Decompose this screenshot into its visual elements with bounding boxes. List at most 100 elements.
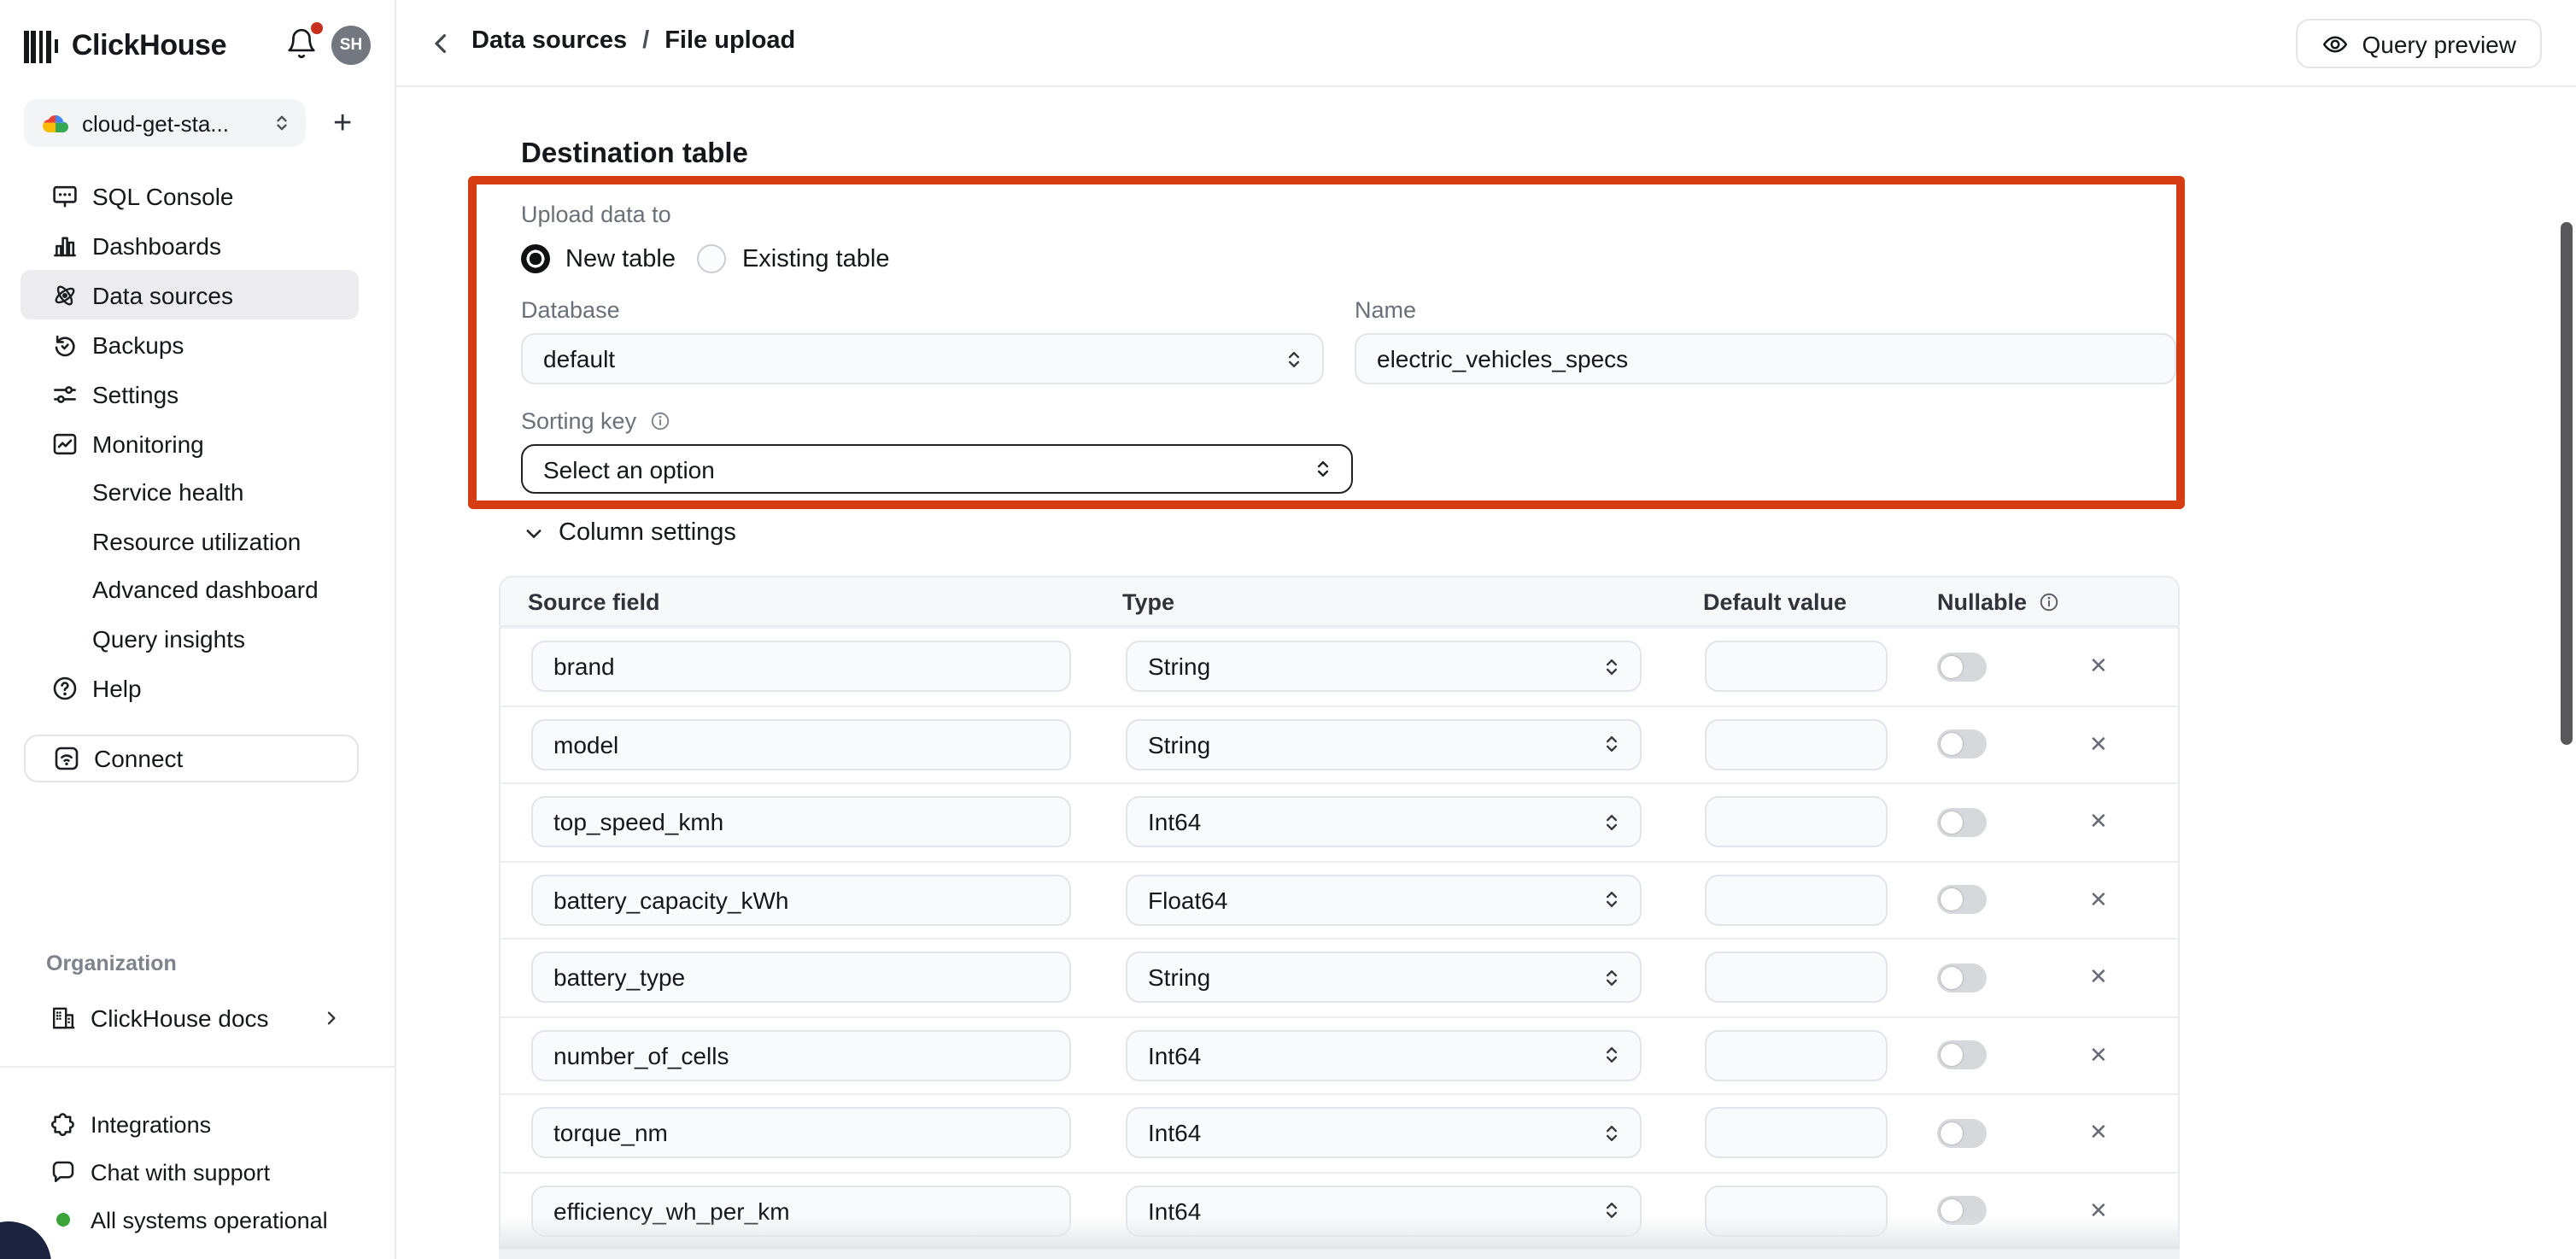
remove-row-button[interactable]: ✕ bbox=[2082, 728, 2115, 762]
source-field-input[interactable] bbox=[531, 952, 1071, 1004]
default-value-input[interactable] bbox=[1705, 875, 1888, 926]
sidebar-item-sql-console[interactable]: SQL Console bbox=[20, 171, 359, 220]
brand-name: ClickHouse bbox=[72, 29, 226, 63]
sidebar-item-help[interactable]: Help bbox=[20, 663, 359, 712]
toggle-knob bbox=[1941, 1045, 1963, 1067]
nullable-toggle[interactable] bbox=[1937, 1041, 1987, 1070]
database-select[interactable]: default bbox=[521, 333, 1324, 384]
nullable-toggle[interactable] bbox=[1937, 886, 1987, 915]
sidebar-item-dashboards[interactable]: Dashboards bbox=[20, 220, 359, 270]
type-select[interactable]: Float64 bbox=[1126, 875, 1642, 926]
source-field-input[interactable] bbox=[531, 641, 1071, 693]
column-settings-toggle[interactable]: Column settings bbox=[523, 519, 736, 547]
type-select[interactable]: String bbox=[1126, 719, 1642, 770]
sidebar-item-settings[interactable]: Settings bbox=[20, 369, 359, 419]
sidebar-item-query-insights[interactable]: Query insights bbox=[0, 614, 396, 663]
chevron-updown-icon bbox=[1601, 734, 1623, 756]
name-label: Name bbox=[1355, 297, 1416, 323]
type-select[interactable]: Int64 bbox=[1126, 1186, 1642, 1237]
sidebar-item-data-sources[interactable]: Data sources bbox=[20, 270, 359, 319]
type-select[interactable]: Int64 bbox=[1126, 797, 1642, 848]
nullable-toggle[interactable] bbox=[1937, 963, 1987, 993]
breadcrumb-data-sources[interactable]: Data sources bbox=[471, 27, 627, 55]
remove-row-button[interactable]: ✕ bbox=[2082, 805, 2115, 840]
radio-existing-table[interactable]: Existing table bbox=[698, 244, 890, 273]
type-select[interactable]: String bbox=[1126, 952, 1642, 1004]
sidebar-item-label: Backups bbox=[92, 331, 184, 358]
vertical-scrollbar[interactable] bbox=[2561, 222, 2573, 745]
source-field-input[interactable] bbox=[531, 797, 1071, 848]
radio-unselected-icon[interactable] bbox=[698, 244, 727, 273]
chevron-updown-icon bbox=[1601, 656, 1623, 678]
default-value-input[interactable] bbox=[1705, 1108, 1888, 1159]
nullable-toggle[interactable] bbox=[1937, 1119, 1987, 1148]
nullable-toggle[interactable] bbox=[1937, 653, 1987, 682]
type-select[interactable]: Int64 bbox=[1126, 1108, 1642, 1159]
default-value-input[interactable] bbox=[1705, 719, 1888, 770]
add-service-button[interactable]: + bbox=[333, 107, 352, 139]
sidebar-item-service-health[interactable]: Service health bbox=[0, 468, 396, 517]
nullable-toggle[interactable] bbox=[1937, 730, 1987, 759]
sidebar-item-label: Data sources bbox=[92, 281, 233, 308]
default-value-input[interactable] bbox=[1705, 952, 1888, 1004]
sidebar-item-chat-support[interactable]: Chat with support bbox=[20, 1148, 379, 1196]
sidebar-item-monitoring[interactable]: Monitoring bbox=[20, 419, 359, 468]
toggle-knob bbox=[1941, 1122, 1963, 1145]
toggle-knob bbox=[1941, 967, 1963, 989]
sidebar-item-resource-utilization[interactable]: Resource utilization bbox=[0, 517, 396, 565]
source-field-input[interactable] bbox=[531, 719, 1071, 770]
default-value-input[interactable] bbox=[1705, 641, 1888, 693]
chevron-updown-icon bbox=[1601, 1200, 1623, 1222]
breadcrumb: Data sources / File upload bbox=[471, 27, 795, 55]
table-row: String ✕ bbox=[501, 938, 2178, 1016]
status-dot-icon bbox=[56, 1213, 70, 1227]
avatar[interactable]: SH bbox=[331, 26, 371, 65]
toggle-knob bbox=[1941, 1200, 1963, 1222]
notifications-button[interactable] bbox=[285, 27, 319, 61]
remove-row-button[interactable]: ✕ bbox=[2082, 1194, 2115, 1228]
type-select-value: Int64 bbox=[1148, 1198, 1201, 1225]
remove-row-button[interactable]: ✕ bbox=[2082, 650, 2115, 684]
toggle-knob bbox=[1941, 889, 1963, 911]
type-select-value: Int64 bbox=[1148, 1120, 1201, 1147]
source-field-input[interactable] bbox=[531, 1186, 1071, 1237]
sorting-key-select[interactable]: Select an option bbox=[521, 444, 1353, 494]
source-field-input[interactable] bbox=[531, 1108, 1071, 1159]
nullable-toggle[interactable] bbox=[1937, 808, 1987, 837]
remove-row-button[interactable]: ✕ bbox=[2082, 1116, 2115, 1151]
remove-row-button[interactable]: ✕ bbox=[2082, 883, 2115, 917]
type-select[interactable]: String bbox=[1126, 641, 1642, 693]
chevron-updown-icon bbox=[1601, 1122, 1623, 1145]
toggle-knob bbox=[1941, 734, 1963, 756]
sidebar-item-integrations[interactable]: Integrations bbox=[20, 1100, 379, 1148]
sidebar-item-advanced-dashboard[interactable]: Advanced dashboard bbox=[0, 565, 396, 614]
workspace-name: cloud-get-sta... bbox=[82, 110, 272, 136]
brand-logo[interactable]: ClickHouse bbox=[24, 24, 226, 68]
docs-building-icon bbox=[50, 1004, 77, 1031]
chevron-right-icon bbox=[321, 1007, 342, 1028]
source-field-input[interactable] bbox=[531, 1030, 1071, 1081]
type-select[interactable]: Int64 bbox=[1126, 1030, 1642, 1081]
sidebar-item-backups[interactable]: Backups bbox=[20, 319, 359, 369]
back-button[interactable] bbox=[427, 29, 456, 58]
table-name-input[interactable] bbox=[1355, 333, 2176, 384]
default-value-input[interactable] bbox=[1705, 797, 1888, 848]
workspace-selector[interactable]: cloud-get-sta... bbox=[24, 99, 306, 147]
remove-row-button[interactable]: ✕ bbox=[2082, 961, 2115, 995]
sidebar-item-clickhouse-docs[interactable]: ClickHouse docs bbox=[20, 993, 359, 1042]
connect-button[interactable]: Connect bbox=[24, 735, 359, 782]
query-preview-button[interactable]: Query preview bbox=[2295, 19, 2542, 68]
radio-selected-icon[interactable] bbox=[521, 244, 550, 273]
breadcrumb-separator: / bbox=[642, 27, 649, 55]
remove-row-button[interactable]: ✕ bbox=[2082, 1039, 2115, 1073]
default-value-input[interactable] bbox=[1705, 1186, 1888, 1237]
sidebar-nav: SQL Console Dashboards Data sources bbox=[0, 171, 396, 712]
sidebar-item-label: Chat with support bbox=[91, 1159, 270, 1185]
system-status[interactable]: All systems operational bbox=[20, 1196, 379, 1244]
nullable-toggle[interactable] bbox=[1937, 1197, 1987, 1226]
source-field-input[interactable] bbox=[531, 875, 1071, 926]
radio-new-table[interactable]: New table bbox=[521, 244, 676, 273]
chat-icon bbox=[50, 1158, 77, 1186]
cloud-provider-icon bbox=[43, 110, 68, 136]
default-value-input[interactable] bbox=[1705, 1030, 1888, 1081]
